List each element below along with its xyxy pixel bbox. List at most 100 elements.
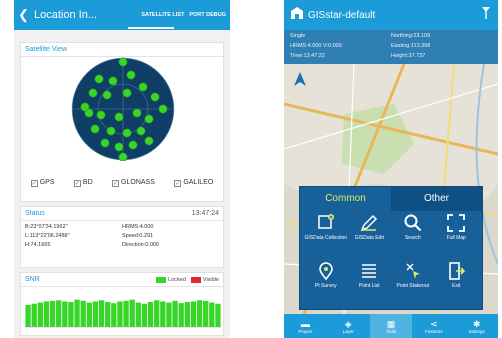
menu-point-list[interactable]: Point List (348, 261, 392, 309)
snr-bar (92, 301, 99, 327)
sky-plot (71, 57, 175, 161)
satellite-marker (114, 112, 124, 122)
snr-title: SNR (25, 276, 40, 283)
menu-pt-survey[interactable]: Pt Survey (304, 261, 348, 309)
snr-bar (86, 302, 92, 327)
tab-port-debug[interactable]: PORT DEBUG (189, 12, 226, 18)
nav-layer[interactable]: ◈ Layer (327, 314, 370, 338)
snr-panel: SNR Locked Visible (20, 272, 224, 336)
constellation-filters: ✓ GPS ✓ BD ✓ GLONASS ✓ GALILEO (21, 179, 223, 187)
satellite-marker (114, 142, 124, 152)
menu-exit[interactable]: Exit (435, 261, 479, 309)
snr-bar (215, 303, 221, 327)
exit-icon (449, 262, 466, 280)
snr-bar (209, 302, 215, 327)
legend-locked: Locked (168, 276, 186, 283)
satellite-marker (118, 152, 128, 161)
stakeout-icon (406, 263, 420, 279)
menu-gisdata-edit[interactable]: GISData Edit (348, 213, 392, 261)
snr-bar (196, 300, 203, 327)
satellite-marker (128, 140, 138, 150)
gisstar-map-screen: GISstar-default Single Northing:23.109 H… (284, 0, 498, 338)
latitude-value: B:23°07'34.1962" (25, 224, 68, 230)
snr-bar (172, 300, 178, 327)
location-pin-icon (318, 262, 333, 281)
legend-visible: Visible (202, 276, 219, 283)
nav-settings[interactable]: ✱ Settings (455, 314, 498, 338)
satellite-marker (150, 92, 160, 102)
snr-bar (111, 303, 117, 327)
snr-bar (129, 299, 135, 327)
locked-swatch (156, 276, 167, 283)
snr-header: SNR Locked Visible (21, 273, 223, 287)
satellite-marker (138, 82, 148, 92)
tools-grid-icon: ▦ (386, 318, 396, 329)
menu-full-map[interactable]: Full Map (435, 213, 479, 261)
solution-type: Single (290, 33, 306, 39)
back-arrow-icon[interactable]: ❮ (18, 7, 34, 23)
snr-bar (141, 303, 148, 327)
checkbox-glonass[interactable]: ✓ GLONASS (112, 179, 155, 187)
full-map-icon (447, 214, 466, 232)
satellite-marker (90, 124, 100, 134)
checkbox-gps[interactable]: ✓ GPS (30, 179, 55, 187)
satellite-marker (118, 57, 128, 67)
tab-common[interactable]: Common (300, 187, 391, 211)
satellite-marker (100, 138, 110, 148)
satellite-marker (144, 136, 154, 146)
edit-pencil-icon (360, 214, 378, 232)
snr-bar (62, 301, 68, 327)
list-icon (362, 264, 377, 278)
status-values: B:23°07'34.1962" HRMS:4.000 L:113°22'06.… (21, 221, 223, 251)
layers-icon: ◈ (344, 318, 352, 329)
snr-bar (160, 301, 166, 327)
snr-bar (123, 300, 129, 327)
snr-bar (43, 301, 50, 327)
menu-gisdata-collection[interactable]: GISData Collection (304, 213, 348, 261)
checkbox-bd[interactable]: ✓ BD (73, 179, 93, 187)
add-point-icon (318, 214, 334, 229)
app-logo-icon (290, 6, 304, 25)
satellite-marker (136, 126, 146, 136)
position-info-bar: Single Northing:23.109 HRMS:4.000 V:0.00… (284, 30, 498, 64)
easting-value: Easting:113.368 (391, 43, 431, 49)
location-header: ❮ Location In... SATELLITE LIST PORT DEB… (14, 0, 230, 30)
snr-bar (190, 301, 197, 327)
menu-search[interactable]: Search (391, 213, 435, 261)
tools-popup-menu: Common Other GISData Collection GISData … (299, 186, 483, 310)
gear-icon: ✱ (472, 318, 481, 329)
snr-bar (74, 299, 80, 327)
satellite-marker (144, 114, 154, 124)
visible-swatch (190, 276, 201, 283)
snr-bar (98, 300, 105, 327)
tab-satellite-list[interactable]: SATELLITE LIST (141, 12, 184, 18)
active-tab-indicator (128, 27, 174, 29)
nav-features[interactable]: ⋖ Features (412, 314, 455, 338)
status-title: Status (25, 210, 45, 217)
antenna-icon[interactable] (480, 6, 492, 25)
snr-bar (68, 301, 74, 327)
satellite-marker (102, 90, 112, 100)
bottom-navigation: ▬ Project ◈ Layer ▦ Tools ⋖ Features ✱ Settin… (284, 314, 498, 338)
satellite-marker (94, 74, 104, 84)
nav-tools[interactable]: ▦ Tools (369, 314, 413, 338)
snr-bar (49, 300, 56, 327)
time-value: Time:13:47:22 (290, 53, 325, 59)
height-value: H:74.1665 (25, 242, 51, 248)
snr-bar-chart (25, 299, 221, 328)
snr-bar (56, 300, 62, 327)
gisstar-header: GISstar-default (284, 0, 498, 30)
satellite-marker (158, 104, 168, 114)
checkbox-galileo[interactable]: ✓ GALILEO (174, 179, 213, 187)
snr-bar (135, 302, 141, 327)
status-time: 13:47:24 (191, 210, 219, 217)
search-icon (404, 214, 422, 232)
northing-value: Northing:23.109 (391, 33, 431, 39)
folder-icon: ▬ (300, 318, 310, 329)
menu-point-stakeout[interactable]: Point Stakeout (391, 261, 435, 309)
satellite-marker (80, 102, 90, 112)
snr-legend: Locked Visible (151, 276, 219, 283)
tab-other[interactable]: Other (391, 187, 482, 211)
nav-project[interactable]: ▬ Project (284, 314, 327, 338)
height-value: Height:37.737 (391, 53, 426, 59)
